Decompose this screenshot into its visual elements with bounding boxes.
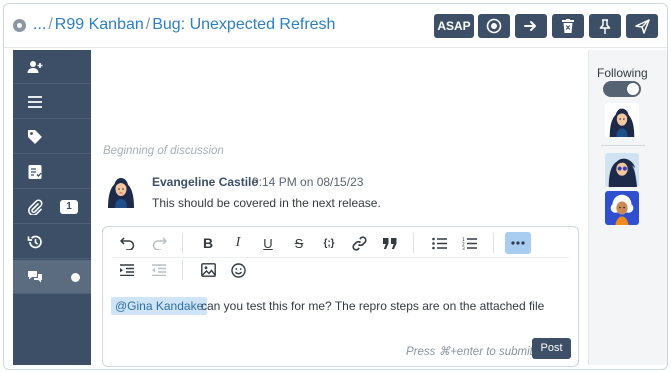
bullet-list-button[interactable] <box>428 232 450 254</box>
undo-icon <box>119 236 134 250</box>
status-dot-icon[interactable] <box>13 19 26 32</box>
header: ... / R99 Kanban / Bug: Unexpected Refresh A… <box>4 4 667 48</box>
emoji-icon <box>230 262 246 278</box>
image-icon <box>200 263 216 277</box>
quote-icon <box>383 237 397 249</box>
code-button[interactable]: {;} <box>318 232 340 254</box>
toolbar-divider <box>413 233 414 253</box>
comment-timestamp: 9:14 PM on 08/15/23 <box>252 175 364 189</box>
italic-icon: I <box>235 235 241 250</box>
card-sidebar: 1 <box>13 50 91 365</box>
chat-icon <box>28 271 42 283</box>
submit-hint: Press ⌘+enter to submit <box>406 346 533 358</box>
list-icon <box>28 96 42 108</box>
discussion-panel: Beginning of discussion Evangeline Casti… <box>91 50 588 367</box>
avatar-follower-2 <box>605 153 639 187</box>
record-icon <box>486 18 502 34</box>
sidebar-item-history[interactable] <box>13 225 91 259</box>
sidebar-item-tags[interactable] <box>13 120 91 154</box>
attachment-count-badge: 1 <box>60 200 78 214</box>
bold-button[interactable]: B <box>197 232 219 254</box>
trash-icon <box>562 19 574 33</box>
more-formatting-button[interactable] <box>505 232 531 254</box>
following-label: Following <box>597 66 648 80</box>
sidebar-item-attachments[interactable]: 1 <box>13 190 91 224</box>
toolbar-row-divider <box>113 257 569 258</box>
history-icon <box>27 235 42 249</box>
user-mention[interactable]: @Gina Kandake <box>111 297 208 315</box>
redo-icon <box>152 236 167 250</box>
followers-panel: Following <box>588 50 667 365</box>
breadcrumb-card-title[interactable]: Bug: Unexpected Refresh <box>152 16 335 33</box>
link-button[interactable] <box>348 232 370 254</box>
breadcrumb-ellipsis[interactable]: ... <box>33 16 46 33</box>
sidebar-item-discussion[interactable] <box>13 260 91 294</box>
toolbar-divider <box>493 233 494 253</box>
comment-text: This should be covered in the next relea… <box>152 196 381 210</box>
avatar[interactable] <box>605 103 639 137</box>
move-button[interactable] <box>515 14 547 38</box>
breadcrumb: ... / R99 Kanban / Bug: Unexpected Refresh <box>33 16 335 34</box>
checklist-icon <box>28 165 42 179</box>
avatar[interactable] <box>605 191 639 225</box>
outdent-button[interactable] <box>148 259 170 281</box>
avatar-follower-1 <box>605 103 639 137</box>
undo-button[interactable] <box>116 232 138 254</box>
tag-icon <box>28 130 42 144</box>
svg-text:3: 3 <box>462 246 465 250</box>
underline-button[interactable]: U <box>257 232 279 254</box>
breadcrumb-board[interactable]: R99 Kanban <box>55 16 144 33</box>
sidebar-item-checklist[interactable] <box>13 155 91 189</box>
avatar-evangeline-castile <box>103 172 139 208</box>
bold-icon: B <box>202 235 214 251</box>
comment-draft-text[interactable]: can you test this for me? The repro step… <box>201 299 544 313</box>
comment-author[interactable]: Evangeline Castile <box>152 175 258 189</box>
indent-icon <box>120 264 134 276</box>
paperclip-icon <box>27 199 43 215</box>
send-button[interactable] <box>626 14 658 38</box>
strikethrough-button[interactable]: S <box>288 232 310 254</box>
indent-button[interactable] <box>116 259 138 281</box>
following-toggle[interactable] <box>603 81 641 97</box>
send-icon <box>634 18 650 34</box>
asap-button[interactable]: ASAP <box>434 14 474 38</box>
numbered-list-icon: 123 <box>462 237 477 250</box>
more-icon <box>511 241 525 245</box>
link-icon <box>351 235 367 251</box>
quote-button[interactable] <box>379 232 401 254</box>
pin-icon <box>599 18 611 34</box>
toolbar-divider <box>182 260 183 280</box>
outdent-icon <box>152 264 166 276</box>
sidebar-item-members[interactable] <box>13 50 91 84</box>
avatar-follower-3 <box>605 191 639 225</box>
bullet-list-icon <box>431 237 447 249</box>
record-button[interactable] <box>478 14 510 38</box>
add-user-icon <box>27 61 43 73</box>
unread-dot-indicator <box>71 273 80 282</box>
card-window: ... / R99 Kanban / Bug: Unexpected Refresh A… <box>3 3 668 370</box>
delete-button[interactable] <box>552 14 584 38</box>
insert-image-button[interactable] <box>197 259 219 281</box>
sidebar-item-description[interactable] <box>13 85 91 119</box>
followers-divider <box>601 145 645 146</box>
breadcrumb-separator: / <box>48 16 53 33</box>
avatar[interactable] <box>103 172 139 208</box>
strikethrough-icon: S <box>294 235 304 251</box>
code-icon: {;} <box>323 237 335 249</box>
redo-button[interactable] <box>148 232 170 254</box>
toolbar-divider <box>182 233 183 253</box>
breadcrumb-separator: / <box>145 16 151 33</box>
discussion-beginning-label: Beginning of discussion <box>103 145 224 157</box>
emoji-button[interactable] <box>227 259 249 281</box>
numbered-list-button[interactable]: 123 <box>458 232 480 254</box>
italic-button[interactable]: I <box>227 232 249 254</box>
underline-icon: U <box>263 235 273 251</box>
pin-button[interactable] <box>589 14 621 38</box>
comment-editor[interactable]: B I U S {;} 123 @Gina Kandake can you te… <box>102 226 579 367</box>
avatar[interactable] <box>605 153 639 187</box>
post-button[interactable]: Post <box>532 338 571 359</box>
arrow-right-icon <box>524 21 536 31</box>
